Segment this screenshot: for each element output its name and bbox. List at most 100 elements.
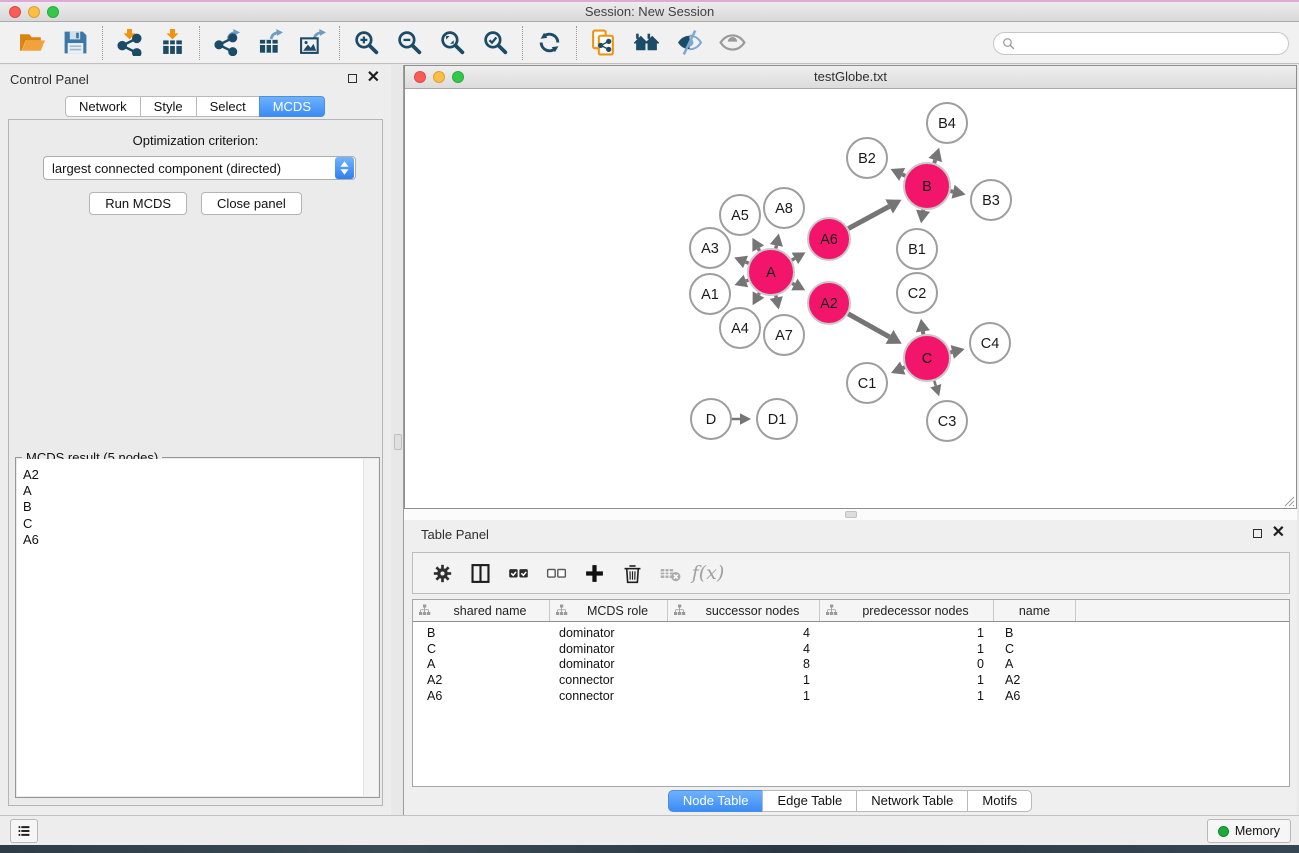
edge-A-A1[interactable] xyxy=(734,275,748,288)
table-row[interactable]: Bdominator41B xyxy=(413,625,1289,641)
table-row[interactable]: A2connector11A2 xyxy=(413,672,1289,688)
network-canvas[interactable]: B4 B2 B B3 A5A8A6 A3 A B1 A1 A2 C2 A4A7 C C4 C1 C3 D D1 xyxy=(405,90,1296,508)
network-zoom-button[interactable] xyxy=(452,71,464,83)
edge-A-A3[interactable] xyxy=(734,256,748,268)
zoom-selected-button[interactable] xyxy=(474,26,517,60)
deselect-all-rows-button[interactable] xyxy=(537,555,575,591)
folder-open-button[interactable] xyxy=(11,26,54,60)
refresh-button[interactable] xyxy=(528,26,571,60)
edge-C-C2[interactable] xyxy=(916,319,930,335)
table-row[interactable]: Cdominator41C xyxy=(413,641,1289,657)
tab-select[interactable]: Select xyxy=(196,96,260,117)
edge-B-B2[interactable] xyxy=(891,168,906,181)
tab-edge-table[interactable]: Edge Table xyxy=(762,790,857,812)
save-button[interactable] xyxy=(54,26,97,60)
tab-node-table[interactable]: Node Table xyxy=(668,790,764,812)
import-table-button[interactable] xyxy=(151,26,194,60)
result-item[interactable]: A xyxy=(23,483,378,499)
result-scrollbar[interactable] xyxy=(363,459,378,796)
duplicate-network-button[interactable] xyxy=(582,26,625,60)
home-button[interactable] xyxy=(625,26,668,60)
edge-C-C3[interactable] xyxy=(930,381,941,396)
result-item[interactable]: C xyxy=(23,516,378,532)
optimization-criterion-select[interactable]: largest connected component (directed) xyxy=(43,156,356,180)
graph-node-A3[interactable]: A3 xyxy=(690,228,730,268)
column-header-shared-name[interactable]: shared name xyxy=(413,600,550,621)
close-button[interactable] xyxy=(9,6,21,18)
divider-handle[interactable] xyxy=(394,434,402,450)
result-item[interactable]: A2 xyxy=(23,467,378,483)
edge-A-A6[interactable] xyxy=(792,252,806,264)
graph-node-B1[interactable]: B1 xyxy=(897,229,937,269)
tab-style[interactable]: Style xyxy=(140,96,197,117)
edge-B-B4[interactable] xyxy=(928,148,942,163)
graph-node-A7[interactable]: A7 xyxy=(764,315,804,355)
result-item[interactable]: B xyxy=(23,499,378,515)
search-input[interactable] xyxy=(1015,33,1288,54)
tab-motifs[interactable]: Motifs xyxy=(967,790,1032,812)
horizontal-split-divider[interactable] xyxy=(404,509,1297,520)
close-panel-icon[interactable]: ✕ xyxy=(367,73,380,83)
show-details-button[interactable] xyxy=(711,26,754,60)
table-row[interactable]: A6connector11A6 xyxy=(413,688,1289,704)
result-item[interactable]: A6 xyxy=(23,532,378,548)
tab-network-table[interactable]: Network Table xyxy=(856,790,968,812)
graph-node-C[interactable]: C xyxy=(904,335,950,381)
column-header-name[interactable]: name xyxy=(994,600,1076,621)
column-header-successor-nodes[interactable]: successor nodes xyxy=(668,600,820,621)
graph-node-A1[interactable]: A1 xyxy=(690,274,730,314)
tab-network[interactable]: Network xyxy=(65,96,141,117)
graph-node-C4[interactable]: C4 xyxy=(970,323,1010,363)
close-panel-icon[interactable]: ✕ xyxy=(1272,528,1285,538)
export-image-button[interactable] xyxy=(291,26,334,60)
zoom-button[interactable] xyxy=(47,6,59,18)
table-row[interactable]: Adominator80A xyxy=(413,657,1289,673)
graph-node-D[interactable]: D xyxy=(691,399,731,439)
column-header-predecessor-nodes[interactable]: predecessor nodes xyxy=(820,600,994,621)
run-mcds-button[interactable]: Run MCDS xyxy=(89,192,187,215)
graph-node-D1[interactable]: D1 xyxy=(757,399,797,439)
edge-A6-B[interactable] xyxy=(848,199,901,228)
tab-mcds[interactable]: MCDS xyxy=(259,96,325,117)
graph-node-C3[interactable]: C3 xyxy=(927,401,967,441)
edge-B-B3[interactable] xyxy=(950,185,965,199)
mcds-result-list[interactable]: A2ABCA6 xyxy=(17,459,378,796)
graph-node-C1[interactable]: C1 xyxy=(847,363,887,403)
hide-details-button[interactable] xyxy=(668,26,711,60)
import-network-button[interactable] xyxy=(108,26,151,60)
graph-node-B3[interactable]: B3 xyxy=(971,180,1011,220)
network-minimize-button[interactable] xyxy=(433,71,445,83)
graph-node-A5[interactable]: A5 xyxy=(720,195,760,235)
graph-node-A[interactable]: A xyxy=(748,249,794,295)
create-column-button[interactable] xyxy=(575,555,613,591)
vertical-split-divider[interactable] xyxy=(391,65,404,815)
close-panel-button[interactable]: Close panel xyxy=(201,192,302,215)
graph-node-C2[interactable]: C2 xyxy=(897,273,937,313)
delete-columns-button[interactable] xyxy=(613,555,651,591)
network-graph[interactable]: B4 B2 B B3 A5A8A6 A3 A B1 A1 A2 C2 A4A7 C C4 C1 C3 D D1 xyxy=(405,90,1296,508)
edge-B-B1[interactable] xyxy=(916,210,930,224)
resize-grip-icon[interactable] xyxy=(1282,494,1295,507)
graph-node-A6[interactable]: A6 xyxy=(808,218,850,260)
minimize-button[interactable] xyxy=(28,6,40,18)
graph-node-B4[interactable]: B4 xyxy=(927,103,967,143)
table-settings-button[interactable] xyxy=(423,555,461,591)
network-close-button[interactable] xyxy=(414,71,426,83)
memory-button[interactable]: Memory xyxy=(1207,819,1291,843)
export-table-button[interactable] xyxy=(248,26,291,60)
column-header-mcds-role[interactable]: MCDS role xyxy=(550,600,668,621)
graph-node-A4[interactable]: A4 xyxy=(720,308,760,348)
float-panel-icon[interactable] xyxy=(1253,529,1262,538)
task-history-button[interactable] xyxy=(10,819,38,843)
zoom-in-button[interactable] xyxy=(345,26,388,60)
select-all-rows-button[interactable] xyxy=(499,555,537,591)
graph-node-A8[interactable]: A8 xyxy=(764,188,804,228)
edge-A-A8[interactable] xyxy=(770,233,783,248)
graph-node-B[interactable]: B xyxy=(904,163,950,209)
float-panel-icon[interactable] xyxy=(348,74,357,83)
export-network-button[interactable] xyxy=(205,26,248,60)
edge-C-C1[interactable] xyxy=(891,362,906,375)
graph-node-A2[interactable]: A2 xyxy=(808,282,850,324)
divider-handle[interactable] xyxy=(845,511,857,518)
graph-node-B2[interactable]: B2 xyxy=(847,138,887,178)
